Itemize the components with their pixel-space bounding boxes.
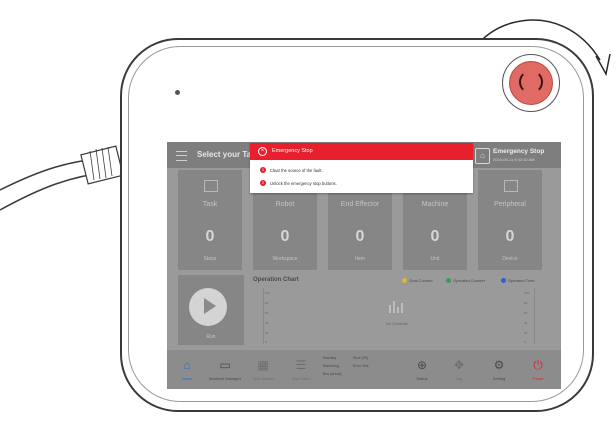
card-unit: Item [355,256,365,262]
card-unit: Unit [430,256,440,262]
dock-task-editor[interactable]: ☰ Task Editor [281,354,321,386]
dock-jog[interactable]: ✥ Jog [439,354,479,386]
dock-label: Workcell Manager [208,376,242,381]
legend-dot-operated-counter [446,278,451,283]
y-tick: 60 [265,311,269,315]
power-icon: ⏻ [533,358,543,372]
card-unit: Steps [203,256,217,262]
no-data-chart-icon [389,299,405,313]
step-number: 1 [260,167,266,173]
step-number: 2 [260,180,266,186]
camera-dot [175,90,180,95]
card-label: Task [202,201,218,208]
card-value: 0 [430,228,440,245]
card-unit: Device [502,256,518,262]
step-text: Clear the source of the fault. [270,168,323,173]
chart-title: Operation Chart [253,277,299,283]
card-label: Robot [275,201,295,208]
home-icon: ⌂ [183,358,191,372]
legend-dot-operated-time [501,278,506,283]
legend-goal-counter: Goal Counter [409,278,433,283]
card-label: End Effector [340,201,380,208]
status-line: Error Test [353,364,369,368]
status-timestamp: 2024-06-11 9:42:10 AM [493,157,535,162]
page-title: Select your Ta [197,150,252,159]
y-tick-right: 20 [524,331,528,335]
status-line: Standby [323,356,337,360]
task-icon [204,180,218,192]
status-title: Emergency Stop [493,148,545,155]
y-tick: 100 [265,291,271,295]
dialog-title: Emergency Stop [272,148,313,154]
card-value: 0 [505,228,515,245]
step-text: Unlock the emergency stop buttons. [270,181,337,186]
card-value: 0 [355,228,365,245]
no-data-text: No Contents [385,321,409,326]
dock-label: Status [416,376,428,381]
status-line: Slow (95) [353,356,369,360]
dock-label: Task Editor [291,376,311,381]
dock-task-builder[interactable]: ▦ Task Builder [243,354,283,386]
y-tick: 80 [265,301,269,305]
operation-chart [263,288,535,344]
dock-setting[interactable]: ⚙ Setting [479,354,519,386]
card-peripheral[interactable]: Peripheral 0 Device [478,170,542,270]
peripheral-icon [504,180,518,192]
legend-operated-time: Operated Time [508,278,535,283]
jog-icon: ✥ [453,358,465,372]
y-tick-right: 80 [524,301,528,305]
search-status-icon: ⊕ [416,358,428,372]
dock-label: Task Builder [252,376,274,381]
grid-icon: ▦ [257,358,269,372]
card-task[interactable]: Task 0 Steps [178,170,242,270]
dock-label: Home [181,376,193,381]
dock-label: Setting [492,376,506,381]
doc-icon: ☰ [295,358,307,372]
dock-label: Jog [455,376,463,381]
y-tick: 40 [265,321,269,325]
dock-status[interactable]: ⊕ Status [402,354,442,386]
card-value: 0 [280,228,290,245]
y-tick: 20 [265,331,269,335]
y-tick-right: 100 [524,291,530,295]
dock-workcell-manager[interactable]: ▭ Workcell Manager [205,354,245,386]
status-line: Bus (areas) [323,372,342,376]
gear-icon: ⚙ [493,358,505,372]
cable-connector [80,145,124,185]
y-tick: 0 [265,340,267,344]
close-circle-icon[interactable]: × [258,147,267,156]
dock-label: Power [532,376,544,381]
home-icon[interactable]: ⌂ [475,148,490,164]
menu-icon[interactable] [176,151,187,161]
y-tick-right: 40 [524,321,528,325]
rotate-icon [519,70,543,94]
card-label: Peripheral [494,201,526,208]
workcell-icon: ▭ [219,358,231,372]
play-icon [204,298,216,314]
status-line: Mastering [323,364,339,368]
legend-dot-goal [402,278,407,283]
card-value: 0 [205,228,215,245]
dock-home[interactable]: ⌂ Home [167,354,207,386]
run-label: Run [206,334,216,340]
legend-operated-counter: Operated Counter [453,278,486,283]
y-tick-right: 60 [524,311,528,315]
card-unit: Workspace [272,256,298,262]
y-tick-right: 0 [524,340,526,344]
card-label: Machine [421,201,449,208]
dock-power[interactable]: ⏻ Power [518,354,558,386]
